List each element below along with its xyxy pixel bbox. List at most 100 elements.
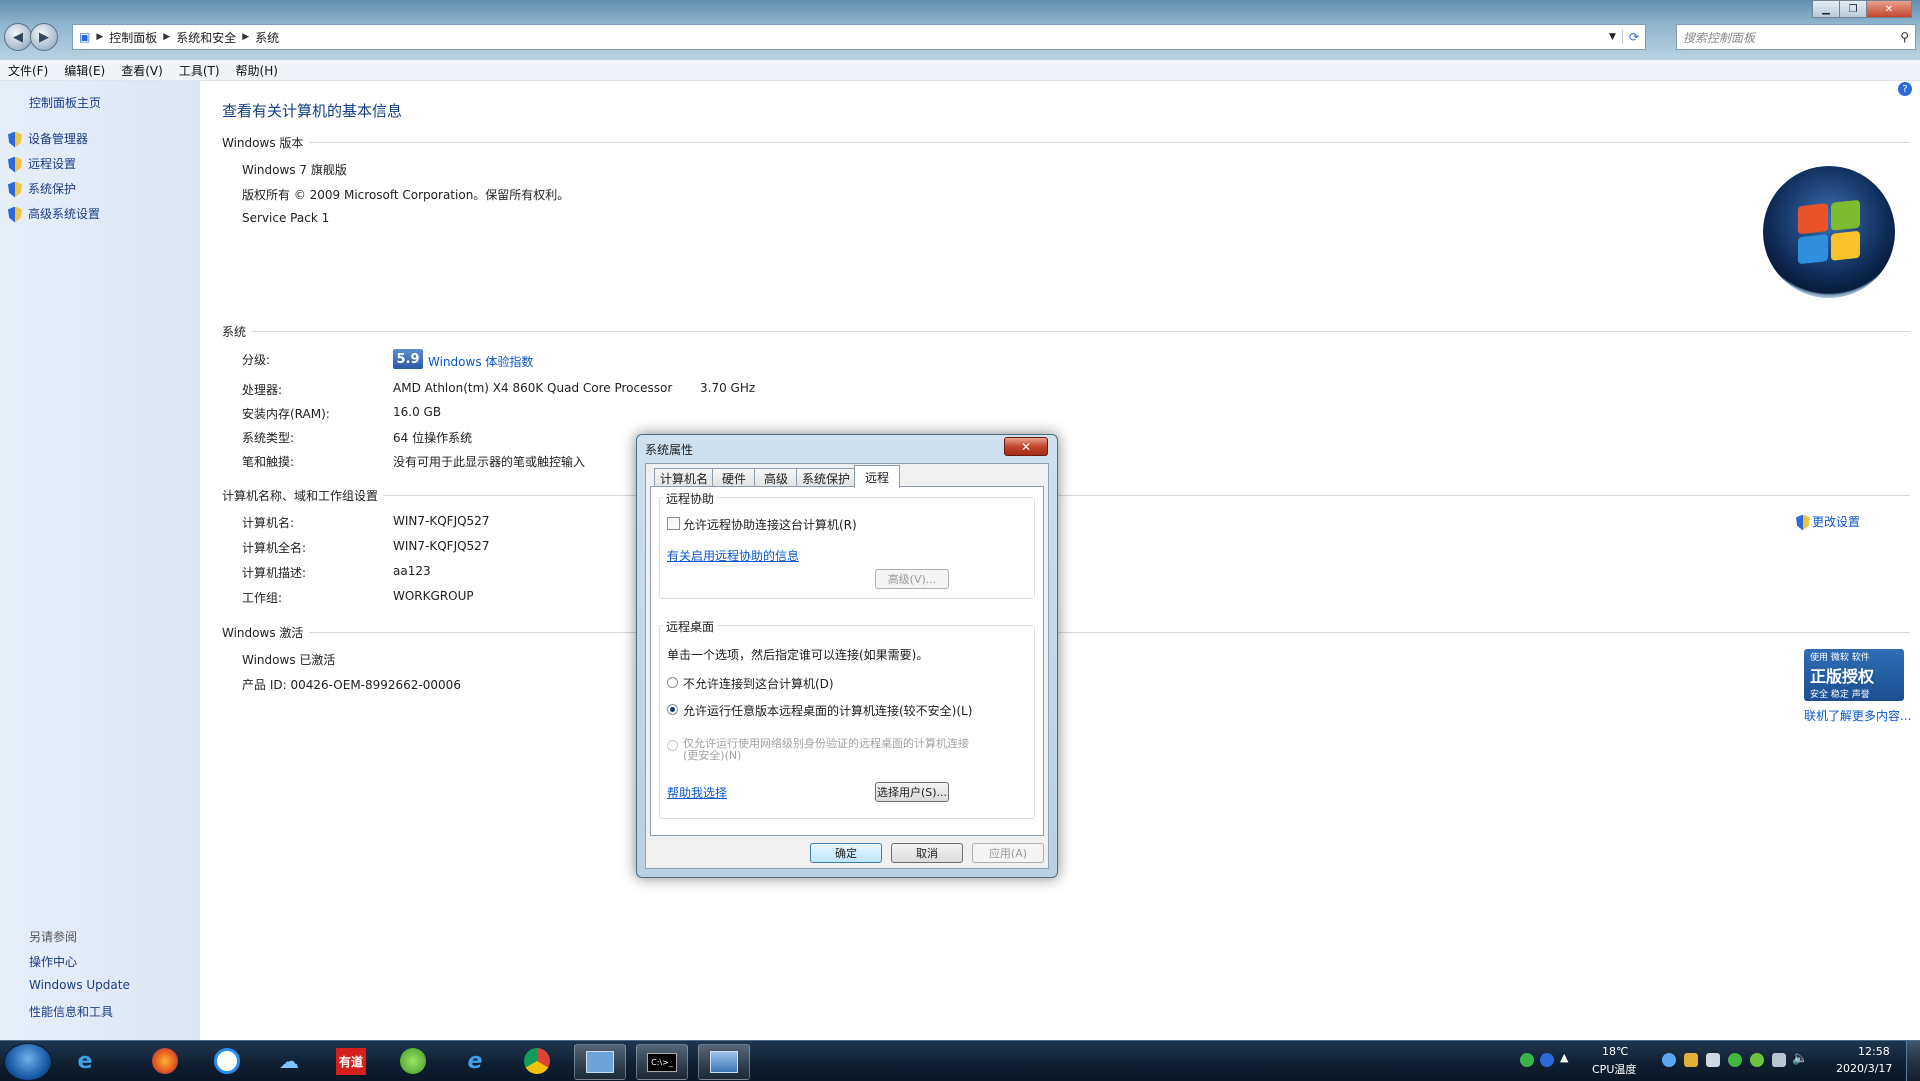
menu-view[interactable]: 查看(V)	[113, 62, 171, 79]
section-activation: Windows 激活	[222, 624, 1910, 641]
ok-button[interactable]: 确定	[810, 843, 882, 863]
system-type-label: 系统类型:	[242, 431, 295, 445]
sidebar-item-remote-settings[interactable]: 远程设置	[8, 155, 76, 173]
menu-edit[interactable]: 编辑(E)	[56, 62, 113, 79]
radio-nla-only[interactable]	[667, 740, 678, 751]
radio-allow-any-version-label[interactable]: 允许运行任意版本远程桌面的计算机连接(较不安全)(L)	[683, 702, 972, 719]
genuine-badge[interactable]: 使用 微软 软件 正版授权 安全 稳定 声誉	[1804, 649, 1904, 701]
see-also-heading: 另请参阅	[29, 930, 78, 944]
clock-date[interactable]: 2020/3/17	[1836, 1062, 1892, 1075]
ie-icon[interactable]: e	[60, 1044, 110, 1078]
radio-allow-any-version[interactable]	[667, 704, 678, 715]
restore-button[interactable]: ❐	[1839, 0, 1867, 18]
remote-desktop-instruction: 单击一个选项，然后指定谁可以连接(如果需要)。	[667, 648, 929, 662]
show-desktop-button[interactable]	[1906, 1041, 1920, 1081]
tab-computer-name[interactable]: 计算机名	[654, 468, 714, 487]
tray-app-icon[interactable]	[1520, 1053, 1534, 1067]
tab-hardware[interactable]: 硬件	[712, 468, 756, 487]
ie2-icon[interactable]: e	[450, 1044, 500, 1078]
main-content	[200, 81, 1920, 1040]
assistance-info-link[interactable]: 有关启用远程协助的信息	[667, 547, 799, 564]
cancel-button[interactable]: 取消	[891, 843, 963, 863]
breadcrumb-item-system-security[interactable]: 系统和安全	[170, 29, 242, 46]
tray-green-icon[interactable]	[1728, 1053, 1742, 1067]
address-dropdown-icon[interactable]: ▼	[1603, 32, 1622, 42]
tab-advanced[interactable]: 高级	[754, 468, 798, 487]
radio-nla-only-label[interactable]: 仅允许运行使用网络级别身份验证的远程桌面的计算机连接(更安全)(N)	[683, 738, 973, 762]
activation-status: Windows 已激活	[242, 653, 336, 667]
radio-no-connections-label[interactable]: 不允许连接到这台计算机(D)	[683, 675, 834, 692]
processor-value: AMD Athlon(tm) X4 860K Quad Core Process…	[393, 381, 673, 395]
remote-tab-page: 远程协助 允许远程协助连接这台计算机(R) 有关启用远程协助的信息 高级(V).…	[650, 486, 1044, 836]
computer-name-label: 计算机名:	[242, 516, 295, 530]
tray-monitor-icon[interactable]	[1772, 1053, 1786, 1067]
tray-network-icon[interactable]	[1662, 1053, 1676, 1067]
cmd-icon[interactable]: C:\>_	[636, 1044, 688, 1080]
help-icon[interactable]: ?	[1898, 82, 1912, 96]
tray-help-icon[interactable]	[1540, 1053, 1554, 1067]
menu-file[interactable]: 文件(F)	[0, 62, 56, 79]
volume-icon[interactable]: 🔈	[1792, 1051, 1808, 1066]
see-also-windows-update[interactable]: Windows Update	[29, 978, 130, 992]
tab-system-protection[interactable]: 系统保护	[796, 468, 856, 487]
cloud-icon[interactable]: ☁	[264, 1044, 314, 1078]
description-value: aa123	[393, 564, 431, 578]
sidebar-control-panel-home[interactable]: 控制面板主页	[29, 94, 101, 111]
sidebar-item-device-manager[interactable]: 设备管理器	[8, 130, 88, 148]
youdao-icon[interactable]: 有道	[326, 1044, 376, 1078]
breadcrumb-separator-icon: ▶	[163, 32, 171, 42]
tray-expand-icon[interactable]: ▲	[1560, 1051, 1568, 1064]
genuine-learn-more-link[interactable]: 联机了解更多内容...	[1804, 707, 1911, 724]
chrome-icon[interactable]	[512, 1044, 562, 1078]
experience-index-badge[interactable]: 5.9	[393, 349, 423, 369]
firefox-icon[interactable]	[140, 1044, 190, 1078]
see-also-performance[interactable]: 性能信息和工具	[29, 1003, 113, 1020]
dialog-close-button[interactable]: ✕	[1004, 437, 1048, 456]
remote-icon[interactable]	[574, 1044, 626, 1080]
clock-time[interactable]: 12:58	[1858, 1045, 1890, 1058]
help-me-choose-link[interactable]: 帮助我选择	[667, 784, 727, 801]
ram-value: 16.0 GB	[393, 405, 442, 419]
breadcrumb-item-system[interactable]: 系统	[249, 29, 285, 46]
shield-icon	[8, 131, 22, 148]
back-button[interactable]: ◀	[4, 23, 32, 51]
system-icon[interactable]	[698, 1044, 750, 1080]
address-bar[interactable]: ▣ ▶ 控制面板 ▶ 系统和安全 ▶ 系统 ▼ ⟳	[72, 24, 1646, 50]
search-input[interactable]: 搜索控制面板 ⚲	[1676, 24, 1916, 50]
ram-label: 安装内存(RAM):	[242, 407, 330, 421]
assist-advanced-button[interactable]: 高级(V)...	[875, 569, 949, 589]
apply-button[interactable]: 应用(A)	[972, 843, 1044, 863]
tray-shield-icon[interactable]	[1684, 1053, 1698, 1067]
baidu-netdisk-icon[interactable]	[202, 1044, 252, 1078]
sidebar-item-advanced-settings[interactable]: 高级系统设置	[8, 205, 100, 223]
menu-help[interactable]: 帮助(H)	[228, 62, 286, 79]
sidebar-item-system-protection[interactable]: 系统保护	[8, 180, 76, 198]
section-windows-edition: Windows 版本	[222, 134, 1910, 151]
close-window-button[interactable]: ✕	[1866, 0, 1912, 18]
left-task-pane	[0, 81, 200, 1040]
tab-remote[interactable]: 远程	[854, 465, 900, 488]
allow-assistance-checkbox[interactable]	[667, 517, 680, 530]
refresh-icon[interactable]: ⟳	[1621, 30, 1645, 44]
menu-tools[interactable]: 工具(T)	[171, 62, 228, 79]
forward-button[interactable]: ▶	[30, 23, 58, 51]
update-icon[interactable]	[388, 1044, 438, 1078]
start-button[interactable]	[4, 1043, 52, 1081]
edition-name: Windows 7 旗舰版	[242, 163, 347, 177]
search-placeholder: 搜索控制面板	[1683, 30, 1756, 45]
genuine-main-text: 正版授权	[1810, 667, 1875, 686]
see-also-action-center[interactable]: 操作中心	[29, 953, 77, 970]
experience-index-link[interactable]: Windows 体验指数	[428, 353, 533, 370]
radio-no-connections[interactable]	[667, 677, 678, 688]
cpu-temperature-label: CPU温度	[1592, 1063, 1637, 1076]
breadcrumb-separator-icon: ▶	[96, 32, 104, 42]
rating-label: 分级:	[242, 353, 271, 367]
tray-device-icon[interactable]	[1706, 1053, 1720, 1067]
page-title: 查看有关计算机的基本信息	[222, 102, 403, 120]
tray-security-icon[interactable]	[1750, 1053, 1764, 1067]
change-settings-link[interactable]: 更改设置	[1796, 513, 1860, 531]
breadcrumb-item-control-panel[interactable]: 控制面板	[103, 29, 163, 46]
select-users-button[interactable]: 选择用户(S)...	[875, 782, 949, 802]
allow-assistance-label[interactable]: 允许远程协助连接这台计算机(R)	[683, 516, 857, 533]
minimize-button[interactable]: ▁	[1812, 0, 1840, 18]
